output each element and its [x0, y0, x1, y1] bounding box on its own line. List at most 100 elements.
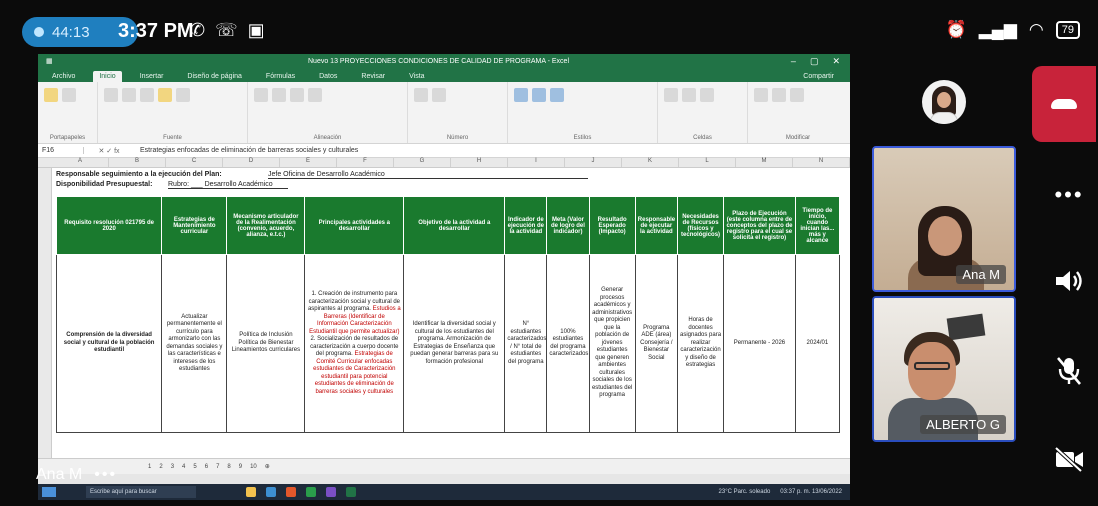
more-options-icon[interactable]: •••: [94, 466, 117, 484]
worksheet[interactable]: Responsable seguimiento a la ejecución d…: [38, 168, 850, 500]
column-header[interactable]: D: [223, 158, 280, 167]
shared-screen[interactable]: ▦ Nuevo 13 PROYECCIONES CONDICIONES DE C…: [38, 54, 850, 500]
taskbar-clock[interactable]: 03:37 p. m. 13/06/2022: [780, 489, 842, 495]
cell-tiempo[interactable]: 2024/01: [794, 254, 841, 433]
cell-meta[interactable]: 100% estudiantes del programa caracteriz…: [546, 254, 590, 433]
table-header-cell[interactable]: Necesidades de Recursos (físicos y tecno…: [676, 196, 725, 255]
font-color-icon[interactable]: [176, 88, 190, 102]
table-header-cell[interactable]: Mecanismo articulador de la Realimentaci…: [226, 196, 306, 255]
column-header[interactable]: H: [451, 158, 508, 167]
column-header[interactable]: E: [280, 158, 337, 167]
table-header-cell[interactable]: Meta (Valor de logro del indicador): [546, 196, 590, 255]
sheet-tab[interactable]: 1: [148, 464, 151, 470]
cell-actividades[interactable]: 1. Creación de instrumento para caracter…: [304, 254, 405, 433]
excel-icon[interactable]: [346, 487, 356, 497]
cell-estrategias[interactable]: Actualizar permanentemente el currículo …: [161, 254, 228, 433]
tab-archivo[interactable]: Archivo: [46, 71, 81, 82]
participant-tile-ana[interactable]: Ana M: [872, 146, 1016, 292]
column-header[interactable]: M: [736, 158, 793, 167]
bold-icon[interactable]: [104, 88, 118, 102]
table-header-cell[interactable]: Indicador de ejecución de la actividad: [504, 196, 548, 255]
mute-mic-button[interactable]: [1050, 352, 1088, 390]
teams-icon[interactable]: [326, 487, 336, 497]
sort-filter-icon[interactable]: [772, 88, 786, 102]
tab-formulas[interactable]: Fórmulas: [260, 71, 301, 82]
sheet-tab[interactable]: 5: [193, 464, 196, 470]
close-icon[interactable]: ✕: [832, 56, 840, 67]
column-header[interactable]: B: [109, 158, 166, 167]
cell-mecanismo[interactable]: Política de Inclusión Política de Bienes…: [226, 254, 306, 433]
table-header-cell[interactable]: Resultado Esperado (Impacto): [588, 196, 636, 255]
merge-icon[interactable]: [308, 88, 322, 102]
cell-resultado[interactable]: Generar procesos académicos y administra…: [588, 254, 636, 433]
taskbar-search[interactable]: Escribe aquí para buscar: [86, 486, 196, 498]
add-sheet-icon[interactable]: ⊕: [265, 463, 270, 470]
column-header[interactable]: N: [793, 158, 850, 167]
file-explorer-icon[interactable]: [246, 487, 256, 497]
sheet-tab[interactable]: 8: [227, 464, 230, 470]
column-header[interactable]: A: [52, 158, 109, 167]
table-header-cell[interactable]: Tiempo de inicio, cuando inician las... …: [794, 196, 841, 255]
speaker-button[interactable]: [1050, 262, 1088, 300]
tab-vista[interactable]: Vista: [403, 71, 430, 82]
table-header-cell[interactable]: Responsable de ejecutar la actividad: [634, 196, 678, 255]
delete-cells-icon[interactable]: [682, 88, 696, 102]
sheet-tab[interactable]: 10: [250, 464, 257, 470]
conditional-format-icon[interactable]: [514, 88, 528, 102]
column-header[interactable]: K: [622, 158, 679, 167]
edge-icon[interactable]: [266, 487, 276, 497]
column-header[interactable]: C: [166, 158, 223, 167]
table-header-cell[interactable]: Plazo de Ejecución (este columna entre d…: [723, 196, 796, 255]
tab-inicio[interactable]: Inicio: [93, 71, 122, 82]
column-header[interactable]: L: [679, 158, 736, 167]
participant-tile-alberto[interactable]: ALBERTO G: [872, 296, 1016, 442]
cell-plazo[interactable]: Permanente - 2026: [723, 254, 796, 433]
format-cells-icon[interactable]: [700, 88, 714, 102]
table-header-cell[interactable]: Estrategias de Mantenimiento curricular: [161, 196, 228, 255]
cell-recursos[interactable]: Horas de docentes asignados para realiza…: [676, 254, 725, 433]
windows-start-icon[interactable]: [42, 487, 56, 497]
wrap-text-icon[interactable]: [290, 88, 304, 102]
maximize-icon[interactable]: ▢: [810, 56, 819, 67]
tab-diseno[interactable]: Diseño de página: [181, 71, 248, 82]
camera-toggle-button[interactable]: [1050, 440, 1088, 478]
column-header[interactable]: F: [337, 158, 394, 167]
sheet-tab[interactable]: 4: [182, 464, 185, 470]
table-header-cell[interactable]: Principales actividades a desarrollar: [304, 196, 405, 255]
chrome-icon[interactable]: [306, 487, 316, 497]
cell-objetivo[interactable]: Identificar la diversidad social y cultu…: [403, 254, 506, 433]
paste-icon[interactable]: [44, 88, 58, 102]
cell-responsable[interactable]: Programa ADE (área) Consejería / Bienest…: [634, 254, 678, 433]
budget-value[interactable]: Rubro: ___ Desarrollo Académico: [168, 181, 288, 189]
column-header[interactable]: J: [565, 158, 622, 167]
column-header[interactable]: G: [394, 158, 451, 167]
responsible-value[interactable]: Jefe Oficina de Desarrollo Académico: [268, 171, 588, 179]
self-avatar[interactable]: [922, 80, 966, 124]
table-header-cell[interactable]: Requisito resolución 021795 de 2020: [55, 196, 163, 255]
fx-icon[interactable]: ✕ ✓ fx: [84, 147, 134, 155]
sheet-tab[interactable]: 2: [159, 464, 162, 470]
more-options-button[interactable]: •••: [1050, 176, 1088, 214]
sheet-tab[interactable]: 3: [171, 464, 174, 470]
sheet-tab[interactable]: 7: [216, 464, 219, 470]
tab-revisar[interactable]: Revisar: [355, 71, 391, 82]
number-format-icon[interactable]: [414, 88, 428, 102]
format-table-icon[interactable]: [532, 88, 546, 102]
find-select-icon[interactable]: [790, 88, 804, 102]
align-left-icon[interactable]: [254, 88, 268, 102]
cell-styles-icon[interactable]: [550, 88, 564, 102]
percent-icon[interactable]: [432, 88, 446, 102]
underline-icon[interactable]: [140, 88, 154, 102]
minimize-icon[interactable]: –: [791, 56, 796, 67]
end-call-button[interactable]: [1032, 66, 1096, 142]
insert-cells-icon[interactable]: [664, 88, 678, 102]
name-box[interactable]: F16: [38, 147, 84, 154]
cut-icon[interactable]: [62, 88, 76, 102]
autosum-icon[interactable]: [754, 88, 768, 102]
sheet-tab[interactable]: 6: [205, 464, 208, 470]
table-header-cell[interactable]: Objetivo de la actividad a desarrollar: [403, 196, 506, 255]
tab-datos[interactable]: Datos: [313, 71, 343, 82]
weather-status[interactable]: 23°C Parc. soleado: [719, 489, 771, 495]
align-center-icon[interactable]: [272, 88, 286, 102]
cell-indicador[interactable]: N° estudiantes caracterizados / N° total…: [504, 254, 548, 433]
